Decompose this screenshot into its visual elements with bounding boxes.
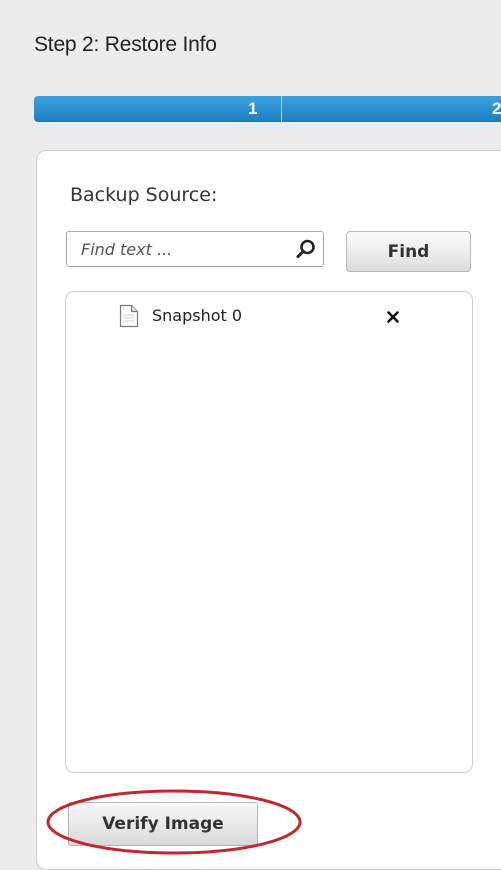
- verify-image-button[interactable]: Verify Image: [68, 802, 258, 846]
- backup-source-label: Backup Source:: [70, 184, 218, 206]
- progress-divider: [281, 96, 282, 122]
- list-item-snapshot-0[interactable]: Snapshot 0: [66, 302, 472, 334]
- progress-step-2: 2: [492, 99, 501, 118]
- search-input[interactable]: [67, 232, 282, 266]
- page-title: Step 2: Restore Info: [34, 33, 217, 56]
- close-icon[interactable]: [386, 310, 400, 324]
- search-icon[interactable]: [295, 238, 317, 260]
- step-progress-bar: 1 2: [34, 96, 501, 122]
- find-button[interactable]: Find: [346, 231, 471, 272]
- search-box: [66, 231, 324, 267]
- progress-step-1: 1: [248, 99, 258, 118]
- list-item-label: Snapshot 0: [152, 306, 243, 325]
- backup-source-list: Snapshot 0: [65, 291, 473, 773]
- document-icon: [119, 304, 139, 328]
